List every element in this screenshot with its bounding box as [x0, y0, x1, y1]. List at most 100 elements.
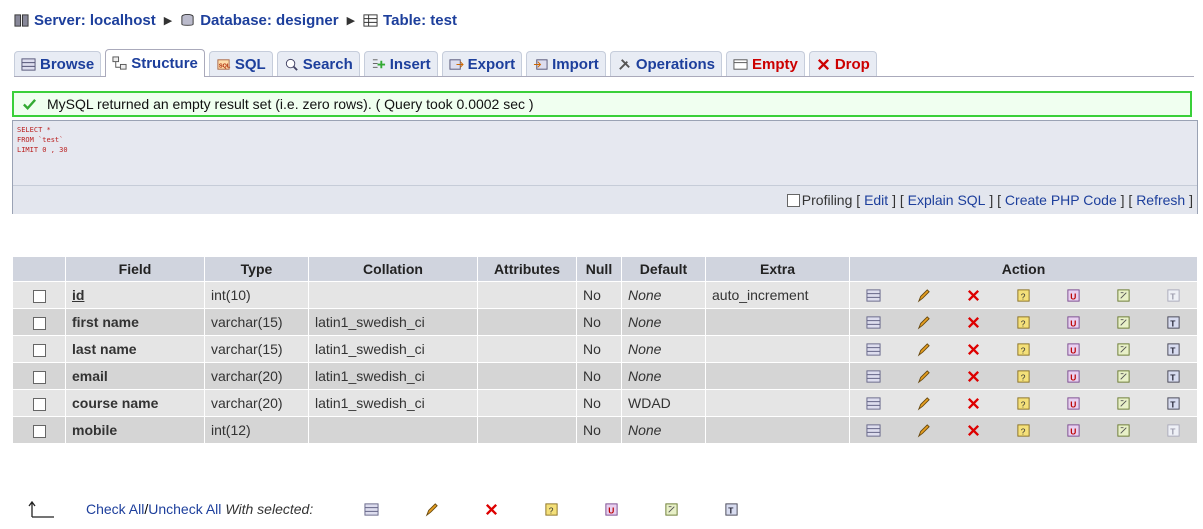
unique-action-button[interactable]: U: [1057, 419, 1091, 441]
tab-export[interactable]: Export: [441, 51, 523, 76]
tab-structure[interactable]: Structure: [105, 49, 205, 77]
row-checkbox[interactable]: [32, 397, 46, 411]
tab-operations-label[interactable]: Operations: [636, 56, 715, 73]
browse-action-button[interactable]: [856, 284, 890, 306]
field-null: No: [577, 390, 621, 416]
edit-sql-link[interactable]: Edit: [864, 192, 888, 208]
edit-action-button[interactable]: [906, 284, 940, 306]
drop-action-button[interactable]: [956, 392, 990, 414]
fulltext-action-button[interactable]: T: [1157, 419, 1191, 441]
unique-action-button[interactable]: U: [1057, 365, 1091, 387]
tab-import-label[interactable]: Import: [552, 56, 599, 73]
edit-action-button[interactable]: [906, 338, 940, 360]
unique-action-button[interactable]: U: [1057, 338, 1091, 360]
edit-icon: [916, 287, 931, 304]
bulk-edit-button[interactable]: [401, 498, 461, 520]
explain-sql-link[interactable]: Explain SQL: [908, 192, 986, 208]
index-action-button[interactable]: [1107, 338, 1141, 360]
primary-action-button[interactable]: ?: [1006, 284, 1040, 306]
index-action-button[interactable]: [1107, 392, 1141, 414]
create-php-code-link[interactable]: Create PHP Code: [1005, 192, 1117, 208]
row-checkbox[interactable]: [32, 424, 46, 438]
browse-action-button[interactable]: [856, 392, 890, 414]
breadcrumb-database-label[interactable]: Database: designer: [200, 12, 338, 29]
tab-sql[interactable]: SQL SQL: [208, 51, 273, 76]
tab-browse-label[interactable]: Browse: [40, 56, 94, 73]
tab-structure-label[interactable]: Structure: [131, 55, 198, 72]
profiling-checkbox[interactable]: [786, 193, 800, 207]
checkmark-icon: [23, 98, 37, 110]
drop-icon: [966, 314, 981, 331]
field-name: first name: [66, 309, 204, 335]
row-checkbox[interactable]: [32, 343, 46, 357]
tab-empty-label[interactable]: Empty: [752, 56, 798, 73]
field-name: mobile: [66, 417, 204, 443]
tab-browse[interactable]: Browse: [14, 51, 102, 76]
primary-action-button[interactable]: ?: [1006, 338, 1040, 360]
row-select-cell: [13, 309, 65, 335]
refresh-link[interactable]: Refresh: [1136, 192, 1185, 208]
tab-import[interactable]: Import: [526, 51, 606, 76]
browse-action-button[interactable]: [856, 365, 890, 387]
check-all-link[interactable]: Check All: [86, 501, 144, 517]
unique-action-button[interactable]: U: [1057, 392, 1091, 414]
index-action-button[interactable]: [1107, 365, 1141, 387]
bulk-drop-button[interactable]: [461, 498, 521, 520]
tab-export-label[interactable]: Export: [468, 56, 516, 73]
primary-action-button[interactable]: ?: [1006, 392, 1040, 414]
drop-action-button[interactable]: [956, 365, 990, 387]
bulk-primary-button[interactable]: ?: [521, 498, 581, 520]
index-action-button[interactable]: [1107, 284, 1141, 306]
browse-action-button[interactable]: [856, 419, 890, 441]
unique-action-button[interactable]: U: [1057, 311, 1091, 333]
unique-action-button[interactable]: U: [1057, 284, 1091, 306]
index-action-button[interactable]: [1107, 419, 1141, 441]
primary-action-button[interactable]: ?: [1006, 419, 1040, 441]
breadcrumb-server-label[interactable]: Server: localhost: [34, 12, 156, 29]
uncheck-all-link[interactable]: Uncheck All: [148, 501, 221, 517]
drop-action-button[interactable]: [956, 419, 990, 441]
edit-action-button[interactable]: [906, 365, 940, 387]
primary-action-button[interactable]: ?: [1006, 311, 1040, 333]
row-checkbox[interactable]: [32, 316, 46, 330]
field-collation: latin1_swedish_ci: [309, 309, 477, 335]
drop-action-button[interactable]: [956, 338, 990, 360]
drop-action-button[interactable]: [956, 311, 990, 333]
fulltext-action-button[interactable]: T: [1157, 365, 1191, 387]
field-type: int(10): [205, 282, 308, 308]
tab-empty[interactable]: Empty: [726, 51, 805, 76]
fulltext-action-button[interactable]: T: [1157, 284, 1191, 306]
bulk-browse-button[interactable]: [341, 498, 401, 520]
breadcrumb-database[interactable]: Database: designer: [180, 12, 339, 29]
fulltext-action-button[interactable]: T: [1157, 338, 1191, 360]
breadcrumb-server[interactable]: Server: localhost: [14, 12, 156, 29]
tab-insert-label[interactable]: Insert: [390, 56, 431, 73]
fulltext-action-button[interactable]: T: [1157, 311, 1191, 333]
primary-action-button[interactable]: ?: [1006, 365, 1040, 387]
bulk-fulltext-button[interactable]: T: [701, 498, 761, 520]
edit-action-button[interactable]: [906, 419, 940, 441]
breadcrumb-table-label[interactable]: Table: test: [383, 12, 457, 29]
svg-text:U: U: [1070, 400, 1076, 410]
index-action-button[interactable]: [1107, 311, 1141, 333]
tab-operations[interactable]: Operations: [609, 51, 722, 76]
breadcrumb-table[interactable]: Table: test: [363, 12, 457, 29]
row-checkbox[interactable]: [32, 289, 46, 303]
tab-drop[interactable]: Drop: [808, 51, 877, 76]
row-select-cell: [13, 282, 65, 308]
tab-insert[interactable]: Insert: [363, 51, 438, 76]
bulk-unique-button[interactable]: U: [581, 498, 641, 520]
fulltext-action-button[interactable]: T: [1157, 392, 1191, 414]
edit-action-button[interactable]: [906, 392, 940, 414]
row-checkbox[interactable]: [32, 370, 46, 384]
tab-search[interactable]: Search: [276, 51, 360, 76]
drop-action-button[interactable]: [956, 284, 990, 306]
browse-action-button[interactable]: [856, 311, 890, 333]
browse-action-button[interactable]: [856, 338, 890, 360]
sql-line: LIMIT 0 , 30: [17, 146, 68, 154]
tab-drop-label[interactable]: Drop: [835, 56, 870, 73]
edit-action-button[interactable]: [906, 311, 940, 333]
tab-sql-label[interactable]: SQL: [235, 56, 266, 73]
tab-search-label[interactable]: Search: [303, 56, 353, 73]
bulk-index-button[interactable]: [641, 498, 701, 520]
